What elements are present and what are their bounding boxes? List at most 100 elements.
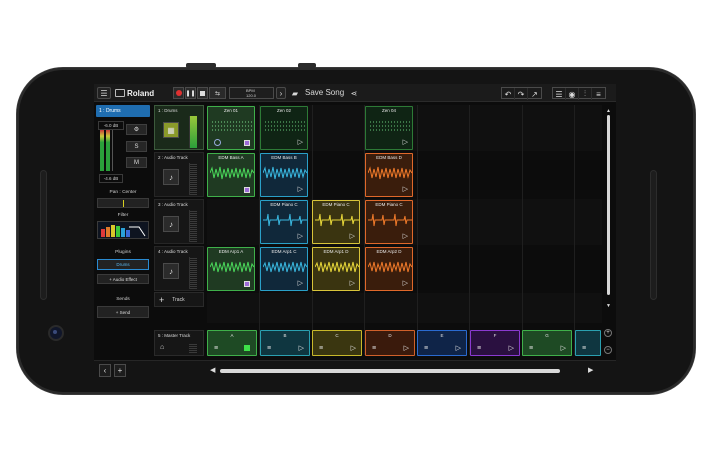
track-name: 1 : Drums [158, 108, 178, 113]
clip-edm-piano-c-1[interactable]: EDM Piano C ▷ [260, 200, 308, 244]
list-icon: ≡ [424, 345, 429, 352]
list-view-button[interactable]: ☰ [553, 88, 566, 100]
track-header-1[interactable]: 1 : Drums ▦ [154, 105, 204, 150]
scene-e[interactable]: E ≡ ▷ [417, 330, 467, 356]
play-icon: ▷ [297, 280, 303, 287]
track-header-3[interactable]: 3 : Audio Track ♪ [154, 199, 204, 244]
phone-speaker-left [40, 170, 47, 300]
filter-graph[interactable] [97, 221, 149, 239]
bpm-display[interactable]: BPM 120.0 [229, 87, 274, 99]
clip-edm-arp1-a[interactable]: EDM Arp1 A [207, 247, 255, 291]
save-song-button[interactable]: Save Song [305, 88, 344, 97]
clip-edit-icon [244, 187, 250, 193]
front-camera [50, 327, 62, 339]
clip-edm-bass-b[interactable]: EDM Bass B ▷ [260, 153, 308, 197]
scroll-down-icon[interactable]: ▼ [606, 303, 611, 309]
loop-icon: ⇆ [214, 90, 221, 97]
waveform [368, 261, 412, 273]
edit-tool-button[interactable]: ↗ [528, 88, 541, 100]
clip-pattern [212, 121, 252, 131]
scroll-right-icon[interactable]: ▶ [588, 366, 593, 374]
roland-logo: Roland [115, 87, 154, 99]
level-top-readout: -6.0 dB [98, 121, 124, 130]
level-bottom-readout: -4.6 dB [99, 174, 123, 183]
play-icon: ▷ [402, 139, 408, 146]
clip-zen-01[interactable]: Zen 01 [207, 106, 255, 150]
clip-edm-bass-a[interactable]: EDM Bass A [207, 153, 255, 197]
add-track-label: Track [172, 296, 185, 303]
play-icon: ▷ [560, 345, 566, 352]
mute-button[interactable]: M [126, 157, 147, 168]
mixer-button[interactable]: ⫶ [579, 88, 592, 100]
zoom-out-button[interactable]: − [604, 346, 612, 354]
vertical-scroll-thumb[interactable] [607, 115, 610, 295]
folder-button[interactable]: ▰ [290, 87, 300, 99]
share-button[interactable]: ⋖ [349, 87, 359, 99]
scene-g[interactable]: G ≡ ▷ [522, 330, 572, 356]
plus-icon: + [606, 330, 610, 336]
add-send-button[interactable]: + Send [97, 306, 149, 318]
selected-track-label[interactable]: 1 : Drums [96, 105, 150, 117]
track-settings-button[interactable]: ⚙ [126, 124, 147, 135]
settings-button[interactable]: ≡ [592, 88, 605, 100]
menu-button[interactable]: ☰ [97, 87, 111, 99]
list-icon: ☰ [555, 89, 563, 99]
redo-button[interactable]: ↷ [515, 88, 528, 100]
list-icon: ≡ [372, 345, 377, 352]
play-icon: ▷ [403, 345, 409, 352]
add-track-button[interactable]: + Track [154, 292, 204, 307]
clip-name: EDM Piano C [322, 202, 350, 207]
stop-button[interactable] [197, 87, 208, 99]
fader-handle[interactable] [112, 130, 122, 171]
eye-view-button[interactable]: ◉ [566, 88, 579, 100]
pan-slider[interactable] [97, 198, 149, 208]
grid-line [469, 105, 470, 355]
scene-name: A [230, 333, 234, 338]
clip-pattern [370, 121, 410, 131]
phone-speaker-right [650, 170, 657, 300]
play-icon: ▷ [297, 186, 303, 193]
clip-edm-piano-c-2[interactable]: EDM Piano C ▷ [312, 200, 360, 244]
solo-button[interactable]: S [126, 141, 147, 152]
next-button[interactable]: › [276, 87, 286, 99]
clip-edm-arp2-d[interactable]: EDM Arp2 D ▷ [365, 247, 413, 291]
track-header-4[interactable]: 4 : Audio Track ♪ [154, 246, 204, 291]
scroll-up-icon[interactable]: ▲ [606, 108, 611, 114]
scroll-left-icon[interactable]: ◀ [210, 366, 215, 374]
pause-button[interactable]: ❚❚ [185, 87, 196, 99]
plugin-slot-drums[interactable]: Drums [97, 259, 149, 270]
scene-d[interactable]: D ≡ ▷ [365, 330, 415, 356]
clip-edm-arp1-c[interactable]: EDM Arp1 C ▷ [260, 247, 308, 291]
vertical-scrollbar[interactable]: ▲ ▼ [606, 108, 611, 318]
clip-edm-arp1-d[interactable]: EDM Arp1 D ▷ [312, 247, 360, 291]
plugins-label: Plugins [115, 250, 131, 255]
scene-f[interactable]: F ≡ ▷ [470, 330, 520, 356]
loop-button[interactable]: ⇆ [209, 87, 226, 99]
clip-name: EDM Bass B [271, 155, 297, 160]
scene-h[interactable]: ≡ [575, 330, 601, 356]
undo-button[interactable]: ↶ [502, 88, 515, 100]
clip-zen-04[interactable]: Zen 04 ▷ [365, 106, 413, 150]
master-track-header[interactable]: 5 : Master Track ⌂ [154, 330, 204, 356]
scene-a[interactable]: A ≡ [207, 330, 257, 356]
clip-edm-bass-d[interactable]: EDM Bass D ▷ [365, 153, 413, 197]
filter-spectrum-icon [101, 225, 146, 237]
play-icon: ▷ [402, 233, 408, 240]
guitar-icon: ♪ [163, 216, 179, 232]
add-audio-effect-button[interactable]: + Audio Effect [97, 274, 149, 284]
horizontal-scroll-thumb[interactable] [220, 369, 560, 373]
drum-pads-icon: ▦ [163, 122, 179, 138]
add-scene-button[interactable]: + [114, 364, 126, 377]
back-button[interactable]: ‹ [99, 364, 111, 377]
scene-c[interactable]: C ≡ ▷ [312, 330, 362, 356]
clip-edit-icon [244, 281, 250, 287]
scene-b[interactable]: B ≡ ▷ [260, 330, 310, 356]
clip-edm-piano-c-3[interactable]: EDM Piano C ▷ [365, 200, 413, 244]
track-meter [189, 210, 197, 242]
track-header-2[interactable]: 2 : Audio Track ♪ [154, 152, 204, 197]
list-icon: ≡ [529, 345, 534, 352]
clip-zen-02[interactable]: Zen 02 ▷ [260, 106, 308, 150]
play-icon: ▷ [455, 345, 461, 352]
zoom-in-button[interactable]: + [604, 329, 612, 337]
record-button[interactable] [173, 87, 184, 99]
